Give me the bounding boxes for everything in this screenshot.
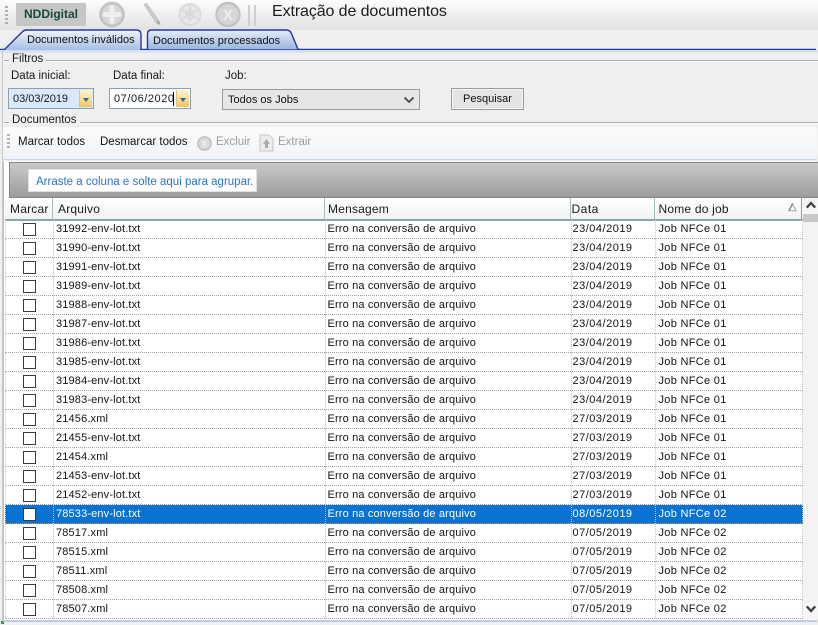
svg-text:X: X xyxy=(201,139,207,149)
svg-text:X: X xyxy=(223,7,233,24)
